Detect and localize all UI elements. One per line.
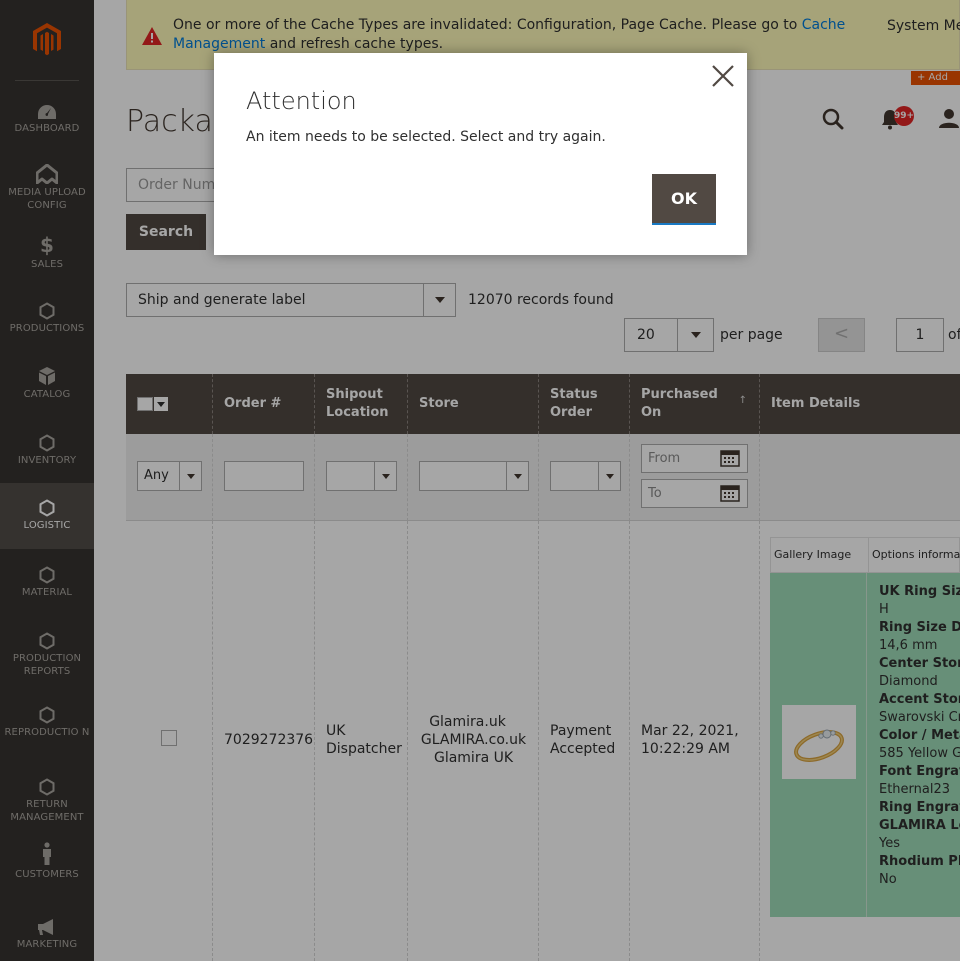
modal-message: An item needs to be selected. Select and… [246,129,606,145]
modal-title: Attention [246,87,357,115]
attention-modal: Attention An item needs to be selected. … [214,53,747,255]
ok-button[interactable]: OK [652,174,716,225]
close-icon[interactable] [708,61,738,91]
